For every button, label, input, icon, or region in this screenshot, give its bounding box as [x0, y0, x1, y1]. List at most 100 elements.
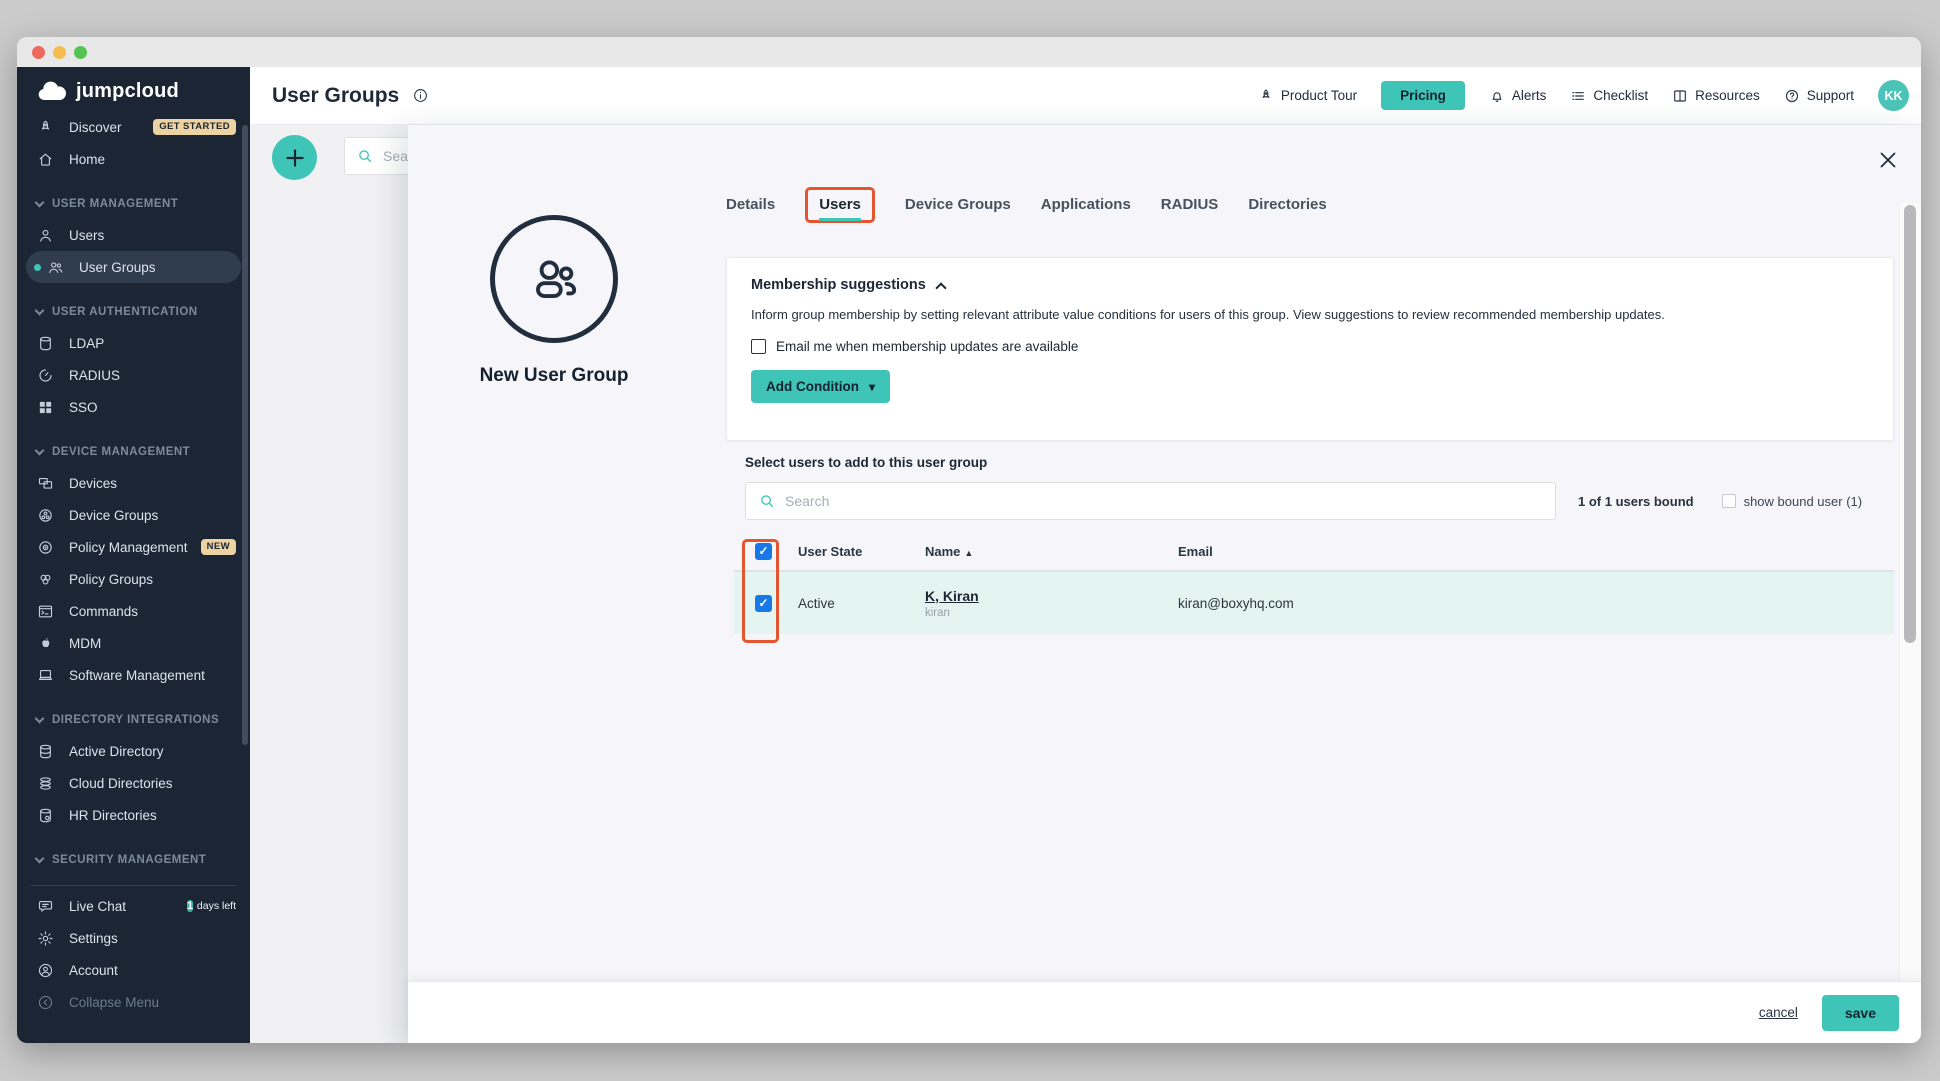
search-icon: [758, 492, 776, 510]
sidebar-item-label: Policy Groups: [69, 572, 153, 587]
resources-button[interactable]: Resources: [1672, 88, 1760, 104]
table-row[interactable]: Active K, Kiran kiran kiran@boxyhq.com: [734, 572, 1894, 634]
sidebar-item-device-groups[interactable]: Device Groups: [17, 499, 250, 531]
zoom-window-button[interactable]: [74, 46, 87, 59]
column-header-user-state[interactable]: User State: [798, 544, 925, 559]
sidebar-item-mdm[interactable]: MDM: [17, 627, 250, 659]
sidebar-section-user-management[interactable]: USER MANAGEMENT: [17, 189, 250, 219]
sidebar-item-home[interactable]: Home: [17, 143, 250, 175]
trial-days-badge: 1: [187, 900, 193, 912]
users-search-input[interactable]: [785, 493, 1543, 509]
gauge-icon: [37, 367, 54, 384]
select-all-checkbox[interactable]: [755, 543, 772, 560]
sidebar-item-users[interactable]: Users: [17, 219, 250, 251]
sidebar-item-active-directory[interactable]: Active Directory: [17, 735, 250, 767]
add-user-group-button[interactable]: [272, 135, 317, 180]
column-header-email[interactable]: Email: [1178, 544, 1894, 559]
product-tour-button[interactable]: Product Tour: [1258, 88, 1357, 104]
sidebar-section-directory-integrations[interactable]: DIRECTORY INTEGRATIONS: [17, 705, 250, 735]
sidebar-item-collapse-menu[interactable]: Collapse Menu: [17, 986, 250, 1018]
pricing-button[interactable]: Pricing: [1381, 81, 1465, 110]
column-header-name[interactable]: Name▲: [925, 544, 1178, 559]
sidebar-item-commands[interactable]: Commands: [17, 595, 250, 627]
tab-device-groups[interactable]: Device Groups: [905, 196, 1011, 215]
trial-countdown: 1 days left: [187, 897, 236, 915]
row-checkbox[interactable]: [755, 595, 772, 612]
sidebar-section-security-management[interactable]: SECURITY MANAGEMENT: [17, 845, 250, 875]
rocket-icon: [37, 119, 54, 136]
book-icon: [1672, 88, 1688, 104]
sidebar-item-policy-groups[interactable]: Policy Groups: [17, 563, 250, 595]
sidebar-item-label: Devices: [69, 476, 117, 491]
collapse-arrow-icon: [37, 994, 54, 1011]
avatar[interactable]: KK: [1878, 80, 1909, 111]
user-group-icon: [47, 259, 64, 276]
checklist-button[interactable]: Checklist: [1570, 88, 1648, 104]
device-group-icon: [37, 507, 54, 524]
add-condition-button[interactable]: Add Condition: [751, 370, 890, 403]
sidebar-item-account[interactable]: Account: [17, 954, 250, 986]
account-icon: [37, 962, 54, 979]
window-titlebar: [17, 37, 1921, 67]
save-button[interactable]: save: [1822, 995, 1899, 1031]
terminal-icon: [37, 603, 54, 620]
page-header: User Groups Product Tour Pricing: [250, 67, 1921, 125]
rocket-icon: [1258, 88, 1274, 104]
sidebar-item-discover[interactable]: Discover GET STARTED: [17, 111, 250, 143]
drawer-scrollbar-track[interactable]: [1899, 203, 1921, 981]
grid-icon: [37, 399, 54, 416]
membership-suggestions-header[interactable]: Membership suggestions: [751, 277, 1869, 293]
sidebar-item-hr-directories[interactable]: HR Directories: [17, 799, 250, 831]
tab-details[interactable]: Details: [726, 196, 775, 215]
sidebar-item-user-groups[interactable]: User Groups: [26, 251, 241, 283]
drawer-tabs: Details Users Device Groups Applications…: [726, 187, 1327, 223]
gear-icon: [37, 930, 54, 947]
email-updates-checkbox[interactable]: [751, 339, 766, 354]
sidebar-item-live-chat[interactable]: Live Chat 1 days left: [17, 890, 250, 922]
info-icon[interactable]: [412, 87, 429, 104]
close-window-button[interactable]: [32, 46, 45, 59]
support-button[interactable]: Support: [1784, 88, 1854, 104]
sidebar-item-devices[interactable]: Devices: [17, 467, 250, 499]
sidebar-item-radius[interactable]: RADIUS: [17, 359, 250, 391]
close-drawer-button[interactable]: [1875, 147, 1901, 173]
sidebar-item-label: Active Directory: [69, 744, 164, 759]
sidebar-item-label: RADIUS: [69, 368, 120, 383]
chevron-down-icon: [35, 713, 45, 723]
tab-users[interactable]: Users: [819, 196, 861, 221]
show-bound-checkbox[interactable]: [1722, 494, 1736, 508]
tab-users-annotation-box: Users: [805, 187, 875, 223]
get-started-badge: GET STARTED: [153, 119, 236, 134]
sidebar-item-software-management[interactable]: Software Management: [17, 659, 250, 691]
tab-directories[interactable]: Directories: [1248, 196, 1326, 215]
users-search[interactable]: [745, 482, 1556, 520]
group-name: New User Group: [434, 365, 674, 387]
sidebar-item-label: Account: [69, 963, 118, 978]
sidebar-scrollbar[interactable]: [242, 125, 248, 745]
sidebar-item-sso[interactable]: SSO: [17, 391, 250, 423]
sidebar-section-user-authentication[interactable]: USER AUTHENTICATION: [17, 297, 250, 327]
tab-radius[interactable]: RADIUS: [1161, 196, 1219, 215]
cancel-button[interactable]: cancel: [1759, 1005, 1798, 1020]
sidebar-item-ldap[interactable]: LDAP: [17, 327, 250, 359]
drawer-scrollbar-thumb[interactable]: [1904, 205, 1916, 643]
chevron-down-icon: [35, 197, 45, 207]
new-user-group-drawer: New User Group Details Users Device Grou…: [408, 125, 1921, 1043]
alerts-button[interactable]: Alerts: [1489, 88, 1547, 104]
select-users-heading: Select users to add to this user group: [734, 455, 1894, 470]
apple-icon: [37, 635, 54, 652]
sidebar-section-device-management[interactable]: DEVICE MANAGEMENT: [17, 437, 250, 467]
hr-database-icon: [37, 807, 54, 824]
sidebar-item-label: SSO: [69, 400, 98, 415]
sidebar-item-label: Commands: [69, 604, 138, 619]
tab-applications[interactable]: Applications: [1041, 196, 1131, 215]
sidebar-item-policy-management[interactable]: Policy Management NEW: [17, 531, 250, 563]
minimize-window-button[interactable]: [53, 46, 66, 59]
sort-ascending-icon: ▲: [964, 548, 973, 558]
sidebar-item-settings[interactable]: Settings: [17, 922, 250, 954]
chevron-down-icon: [35, 305, 45, 315]
bound-users-summary: 1 of 1 users bound: [1578, 494, 1694, 509]
show-bound-user-toggle[interactable]: show bound user (1): [1722, 494, 1863, 509]
user-name-link[interactable]: K, Kiran: [925, 588, 1178, 604]
sidebar-item-cloud-directories[interactable]: Cloud Directories: [17, 767, 250, 799]
